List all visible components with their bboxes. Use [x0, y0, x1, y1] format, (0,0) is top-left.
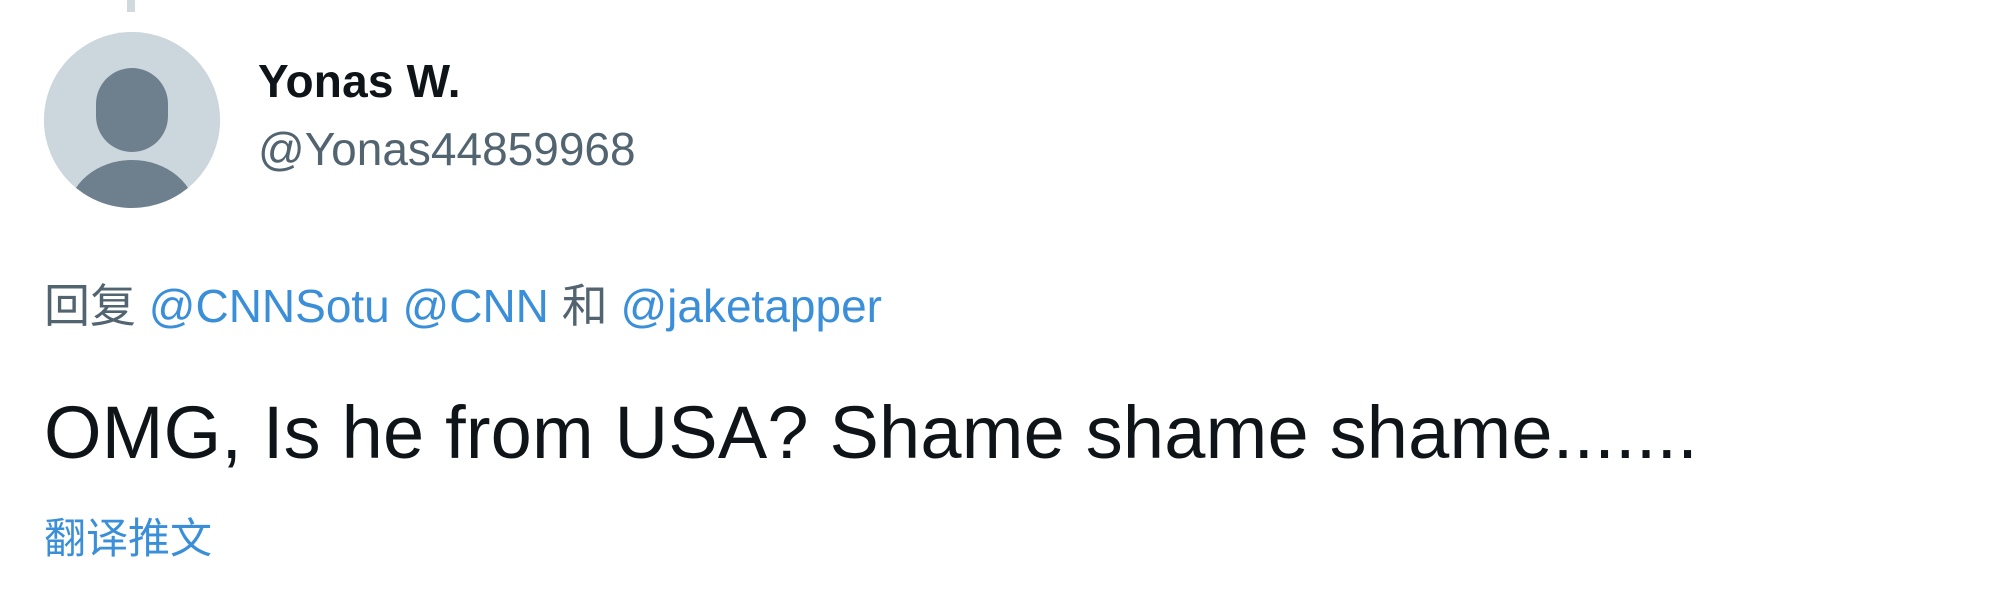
reply-conjunction: 和: [561, 280, 608, 332]
thread-connector-line: [127, 0, 135, 12]
author-handle[interactable]: @Yonas44859968: [258, 122, 636, 176]
avatar[interactable]: [44, 32, 220, 208]
mention-link-cnnsotu[interactable]: @CNNSotu: [149, 280, 390, 332]
mention-link-jaketapper[interactable]: @jaketapper: [620, 280, 882, 332]
reply-prefix: 回复: [44, 280, 136, 332]
mention-link-cnn[interactable]: @CNN: [403, 280, 549, 332]
author-display-name[interactable]: Yonas W.: [258, 54, 461, 108]
reply-context: 回复 @CNNSotu @CNN 和 @jaketapper: [44, 270, 882, 336]
default-profile-icon: [44, 32, 220, 208]
tweet-text: OMG, Is he from USA? Shame shame shame..…: [44, 391, 1699, 474]
translate-tweet-link[interactable]: 翻译推文: [44, 505, 212, 566]
